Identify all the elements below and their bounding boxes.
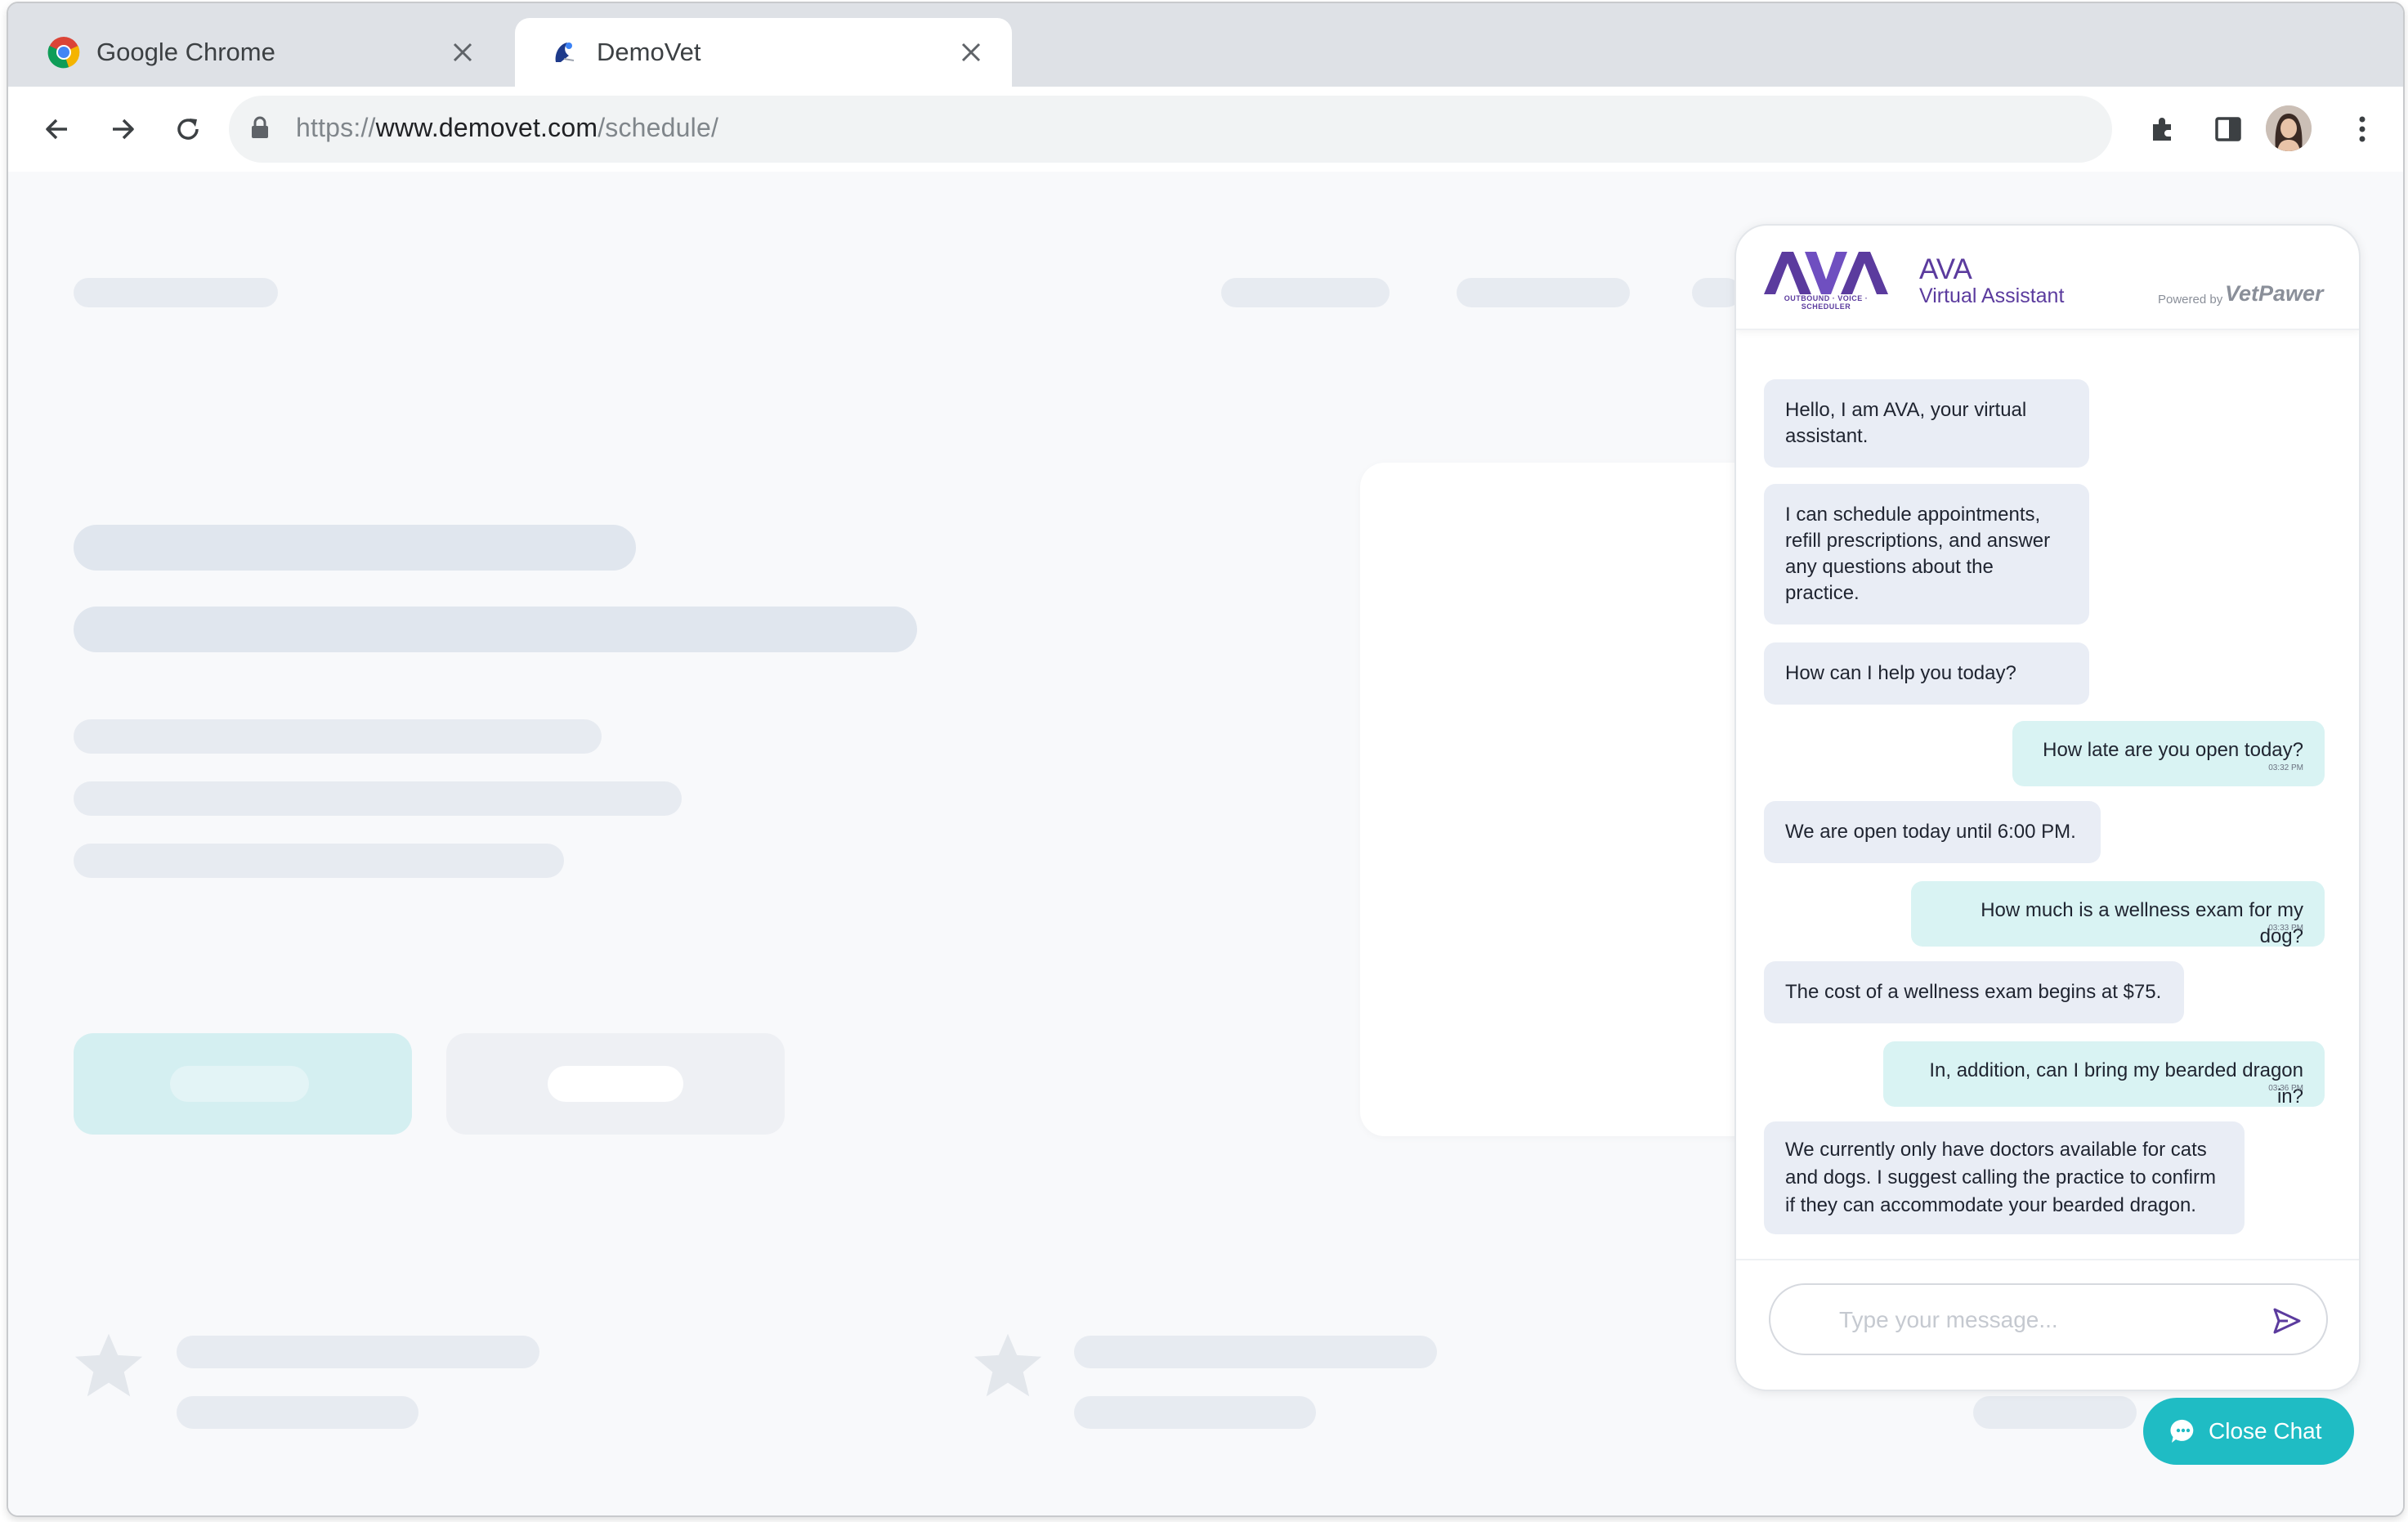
menu-icon[interactable] xyxy=(2341,108,2383,150)
skeleton-text-line xyxy=(74,844,564,878)
demovet-favicon xyxy=(546,34,582,70)
tab-title: Google Chrome xyxy=(96,38,275,66)
skeleton-text-line xyxy=(74,781,682,816)
skeleton-nav-item xyxy=(1692,278,1741,307)
url-text: https://www.demovet.com/schedule/ xyxy=(296,113,719,142)
message-timestamp: 03:33 PM xyxy=(2268,924,2303,933)
message-input-wrapper xyxy=(1769,1283,2328,1355)
back-icon[interactable] xyxy=(36,108,78,150)
extensions-icon[interactable] xyxy=(2142,108,2184,150)
message-timestamp: 03:36 PM xyxy=(2268,1084,2303,1093)
bot-message: Hello, I am AVA, your virtual assistant. xyxy=(1764,379,2089,468)
skeleton-text-line xyxy=(1074,1396,1316,1429)
assistant-name: AVA xyxy=(1919,253,1972,285)
reload-icon[interactable] xyxy=(167,108,209,150)
close-tab-icon[interactable] xyxy=(953,34,989,70)
tab-demovet[interactable]: DemoVet xyxy=(515,18,1012,87)
ava-logo xyxy=(1764,252,1888,298)
skeleton-text-line xyxy=(177,1336,539,1368)
bot-message: We currently only have doctors available… xyxy=(1764,1121,2245,1234)
close-chat-label: Close Chat xyxy=(2209,1418,2322,1444)
skeleton-logo xyxy=(74,278,278,307)
forward-icon[interactable] xyxy=(101,108,144,150)
skeleton-primary-button xyxy=(74,1033,412,1135)
tab-title: DemoVet xyxy=(597,38,701,66)
logo-subtitle: OUTBOUND · VOICE · SCHEDULER xyxy=(1784,294,1869,311)
skeleton-secondary-button xyxy=(446,1033,785,1135)
chat-widget: OUTBOUND · VOICE · SCHEDULER AVA Virtual… xyxy=(1734,224,2361,1391)
skeleton-nav-item xyxy=(1457,278,1630,307)
assistant-subtitle: Virtual Assistant xyxy=(1919,284,2065,307)
skeleton-text-line xyxy=(1973,1396,2137,1429)
bot-message: How can I help you today? xyxy=(1764,642,2089,705)
tab-bar: Google Chrome DemoVet xyxy=(8,3,2403,87)
chat-header: OUTBOUND · VOICE · SCHEDULER AVA Virtual… xyxy=(1736,226,2359,330)
chat-bubble-icon xyxy=(2169,1417,2197,1445)
message-input[interactable] xyxy=(1837,1303,2266,1337)
close-tab-icon[interactable] xyxy=(445,34,481,70)
skeleton-heading xyxy=(74,607,917,652)
message-timestamp: 03:32 PM xyxy=(2268,763,2303,772)
star-icon xyxy=(72,1331,145,1405)
bot-message: I can schedule appointments, refill pres… xyxy=(1764,484,2089,624)
send-icon[interactable] xyxy=(2269,1303,2305,1339)
address-bar[interactable]: https://www.demovet.com/schedule/ xyxy=(229,96,2112,163)
skeleton-nav-item xyxy=(1221,278,1390,307)
skeleton-text-line xyxy=(177,1396,418,1429)
skeleton-text-line xyxy=(1074,1336,1437,1368)
bot-message: The cost of a wellness exam begins at $7… xyxy=(1764,961,2184,1023)
browser-window: Google Chrome DemoVet https://www.demove… xyxy=(7,2,2405,1517)
chat-composer xyxy=(1736,1259,2359,1390)
tab-google-chrome[interactable]: Google Chrome xyxy=(8,18,504,87)
side-panel-icon[interactable] xyxy=(2207,108,2249,150)
browser-toolbar: https://www.demovet.com/schedule/ xyxy=(8,87,2403,173)
powered-by-label: Powered by xyxy=(2158,293,2223,307)
skeleton-card xyxy=(1360,463,1785,1136)
chrome-icon xyxy=(46,34,82,70)
user-message: How late are you open today? 03:32 PM xyxy=(2012,721,2325,786)
user-message: In, addition, can I bring my bearded dra… xyxy=(1883,1041,2325,1108)
bot-message: We are open today until 6:00 PM. xyxy=(1764,801,2101,863)
user-message: How much is a wellness exam for my dog? … xyxy=(1911,881,2325,947)
vetpower-logo: VetPawer xyxy=(2225,281,2324,306)
lock-icon xyxy=(250,115,270,144)
star-icon xyxy=(971,1331,1045,1405)
skeleton-heading xyxy=(74,525,636,571)
skeleton-text-line xyxy=(74,719,602,754)
profile-avatar[interactable] xyxy=(2266,105,2312,151)
close-chat-button[interactable]: Close Chat xyxy=(2143,1398,2354,1465)
